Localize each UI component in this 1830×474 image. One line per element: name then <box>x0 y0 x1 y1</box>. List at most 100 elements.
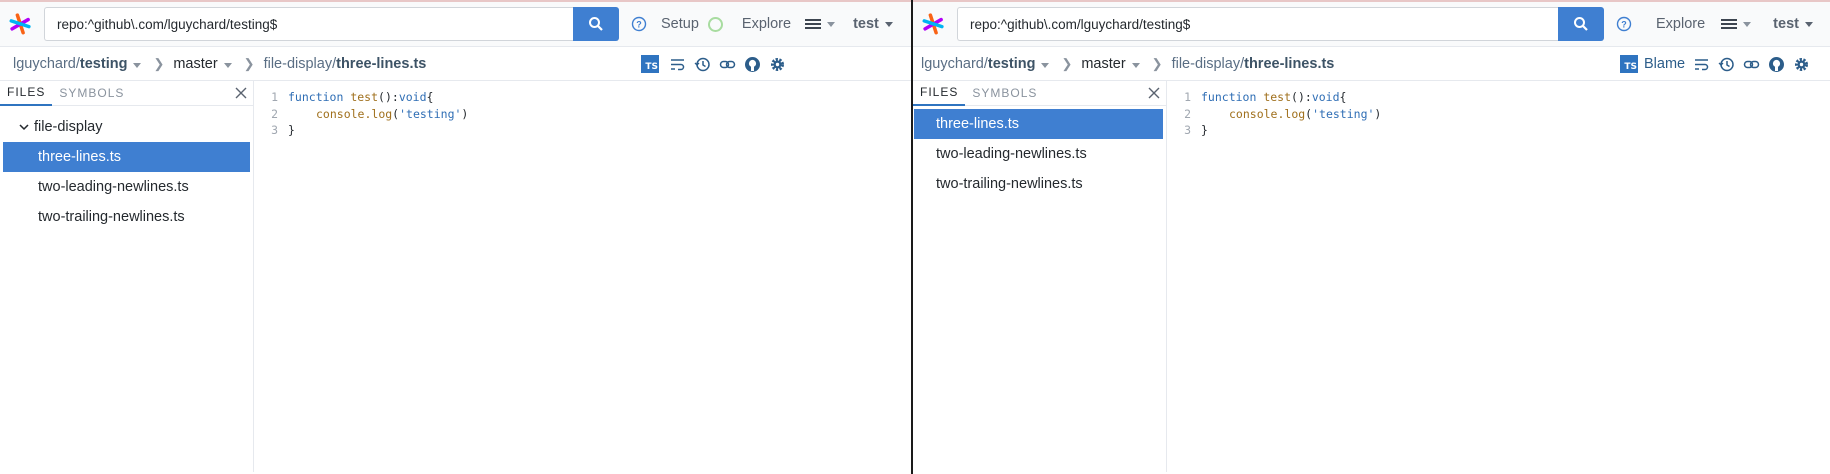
chevron-right-icon: ❯ <box>1061 55 1073 71</box>
file-sidebar: FILES SYMBOLS file-display three-lines.t… <box>0 81 254 472</box>
branch-selector[interactable]: master <box>173 55 232 72</box>
line-number[interactable]: 1 <box>1167 90 1201 104</box>
close-icon[interactable] <box>233 85 249 101</box>
repo-header: lguychard/testing ❯ master ❯ file-displa… <box>0 47 911 81</box>
explore-link[interactable]: Explore <box>742 16 791 32</box>
explore-link[interactable]: Explore <box>1656 16 1705 32</box>
tab-files[interactable]: FILES <box>913 81 966 106</box>
link-icon[interactable] <box>719 56 736 73</box>
code-token: function <box>288 90 344 105</box>
code-token: } <box>288 123 295 138</box>
typescript-icon: TS <box>641 55 659 73</box>
hamburger-menu-icon <box>1721 19 1738 29</box>
setup-progress-icon <box>707 16 723 32</box>
search-input[interactable] <box>44 7 573 41</box>
code-line: 3} <box>254 122 911 139</box>
code-token: void <box>398 90 427 105</box>
code-token: ) <box>1374 106 1382 121</box>
sourcegraph-logo-icon[interactable] <box>921 12 945 36</box>
chevron-down-icon <box>19 124 29 131</box>
github-icon[interactable] <box>744 56 761 73</box>
repo-name: testing <box>987 55 1036 72</box>
code-token: test <box>350 90 379 105</box>
file-breadcrumb[interactable]: three-lines.ts <box>336 56 426 72</box>
sourcegraph-logo-icon[interactable] <box>8 12 32 36</box>
typescript-icon: TS <box>1620 55 1638 73</box>
chevron-right-icon: ❯ <box>1151 55 1163 71</box>
code-token: console. <box>316 106 372 121</box>
close-icon[interactable] <box>1146 85 1162 101</box>
setup-link[interactable]: Setup <box>661 16 699 32</box>
tree-file[interactable]: two-trailing-newlines.ts <box>914 169 1163 199</box>
dir-breadcrumb[interactable]: file-display <box>1172 56 1241 72</box>
code-token: log <box>1284 106 1306 121</box>
help-icon[interactable]: ? <box>631 16 647 32</box>
branch-name: master <box>1081 55 1126 72</box>
code-token: ( <box>392 106 400 121</box>
username: test <box>853 16 879 32</box>
line-number[interactable]: 3 <box>254 123 288 137</box>
branch-selector[interactable]: master <box>1081 55 1140 72</box>
tab-symbols[interactable]: SYMBOLS <box>52 81 131 106</box>
help-icon[interactable]: ? <box>1616 16 1632 32</box>
chevron-down-icon <box>1131 62 1140 68</box>
code-token: (): <box>1291 90 1312 105</box>
settings-gear-icon[interactable] <box>1793 56 1810 73</box>
line-number[interactable]: 3 <box>1167 123 1201 137</box>
code-token: log <box>371 106 393 121</box>
repo-owner: lguychard/ <box>13 55 80 72</box>
wrap-lines-icon[interactable] <box>669 56 686 73</box>
chevron-down-icon <box>827 21 836 27</box>
search-input[interactable] <box>957 7 1558 41</box>
search-icon <box>589 17 603 31</box>
tree-file[interactable]: two-leading-newlines.ts <box>3 172 250 202</box>
branch-name: master <box>173 55 218 72</box>
search-bar <box>44 7 619 41</box>
tree-file[interactable]: three-lines.ts <box>3 142 250 172</box>
tab-symbols[interactable]: SYMBOLS <box>965 81 1044 106</box>
tab-files[interactable]: FILES <box>0 81 53 106</box>
search-button[interactable] <box>1558 7 1604 41</box>
file-sidebar: FILES SYMBOLS three-lines.ts two-leading… <box>913 81 1167 472</box>
repo-breadcrumb[interactable]: lguychard/testing <box>13 55 142 72</box>
top-navbar: ? Setup Explore test <box>0 0 911 47</box>
link-icon[interactable] <box>1743 56 1760 73</box>
folder-name: file-display <box>34 119 103 135</box>
username: test <box>1773 16 1799 32</box>
global-menu-button[interactable] <box>805 17 836 31</box>
dir-breadcrumb[interactable]: file-display <box>264 56 333 72</box>
repo-breadcrumb[interactable]: lguychard/testing <box>921 55 1050 72</box>
tree-file[interactable]: two-trailing-newlines.ts <box>3 202 250 232</box>
code-line: 1 function test (): void { <box>254 89 911 106</box>
user-menu[interactable]: test <box>1773 16 1813 32</box>
code-token: void <box>1311 90 1340 105</box>
user-menu[interactable]: test <box>853 16 893 32</box>
search-icon <box>1574 17 1588 31</box>
wrap-lines-icon[interactable] <box>1693 56 1710 73</box>
chevron-right-icon: ❯ <box>243 55 255 71</box>
code-line: 1 function test (): void { <box>1167 89 1830 106</box>
code-view[interactable]: 1 function test (): void { 2 console. log('t… <box>254 81 911 472</box>
global-menu-button[interactable] <box>1721 17 1752 31</box>
chevron-down-icon <box>223 62 232 68</box>
file-breadcrumb[interactable]: three-lines.ts <box>1244 56 1334 72</box>
line-number[interactable]: 2 <box>1167 107 1201 121</box>
settings-gear-icon[interactable] <box>769 56 786 73</box>
chevron-down-icon <box>1743 21 1752 27</box>
tree-folder[interactable]: file-display <box>0 112 253 142</box>
search-button[interactable] <box>573 7 619 41</box>
screens: ? Setup Explore test lguychard/testing ❯… <box>0 0 1830 474</box>
tree-file[interactable]: two-leading-newlines.ts <box>914 139 1163 169</box>
history-icon[interactable] <box>694 56 711 73</box>
code-view[interactable]: 1 function test (): void { 2 console. log('t… <box>1167 81 1830 472</box>
line-number[interactable]: 2 <box>254 107 288 121</box>
history-icon[interactable] <box>1718 56 1735 73</box>
code-token: { <box>426 90 434 105</box>
code-token: } <box>1201 123 1208 138</box>
tree-file[interactable]: three-lines.ts <box>914 109 1163 139</box>
line-number[interactable]: 1 <box>254 90 288 104</box>
github-icon[interactable] <box>1768 56 1785 73</box>
blame-button[interactable]: Blame <box>1644 56 1685 72</box>
code-token: { <box>1339 90 1347 105</box>
repo-name: testing <box>79 55 128 72</box>
